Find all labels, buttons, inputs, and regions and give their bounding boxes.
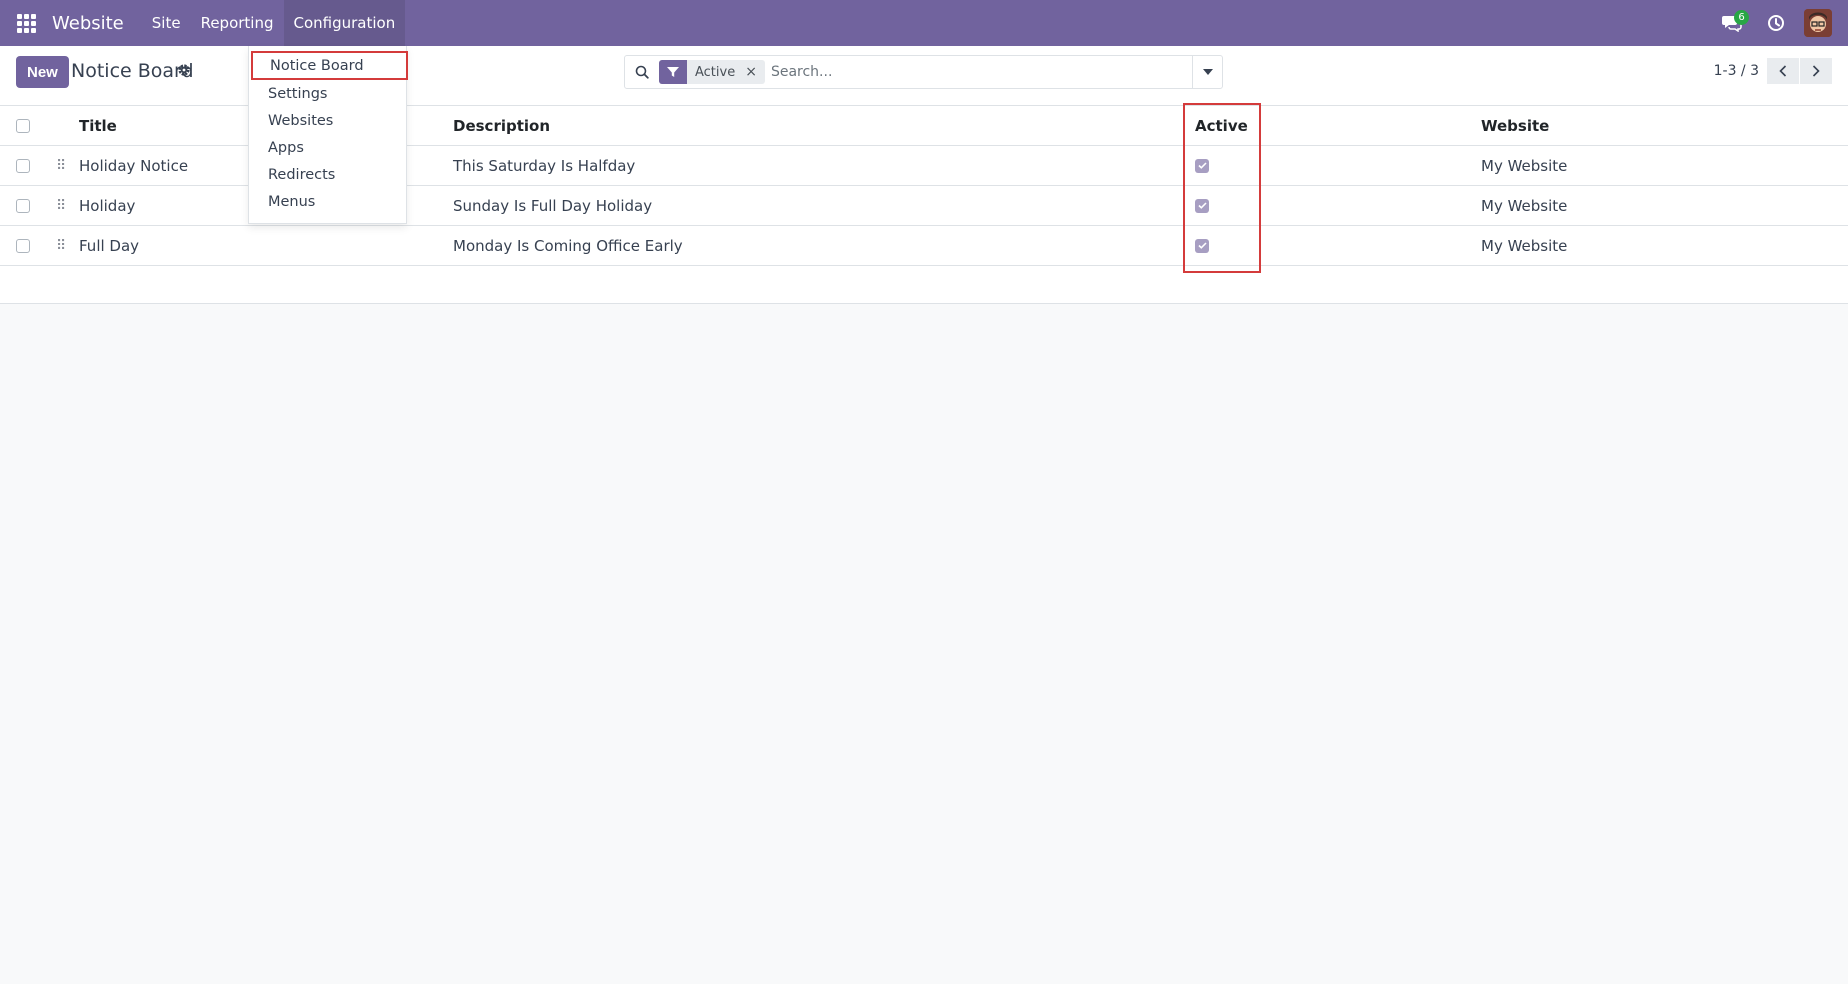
menu-reporting[interactable]: Reporting xyxy=(191,0,284,46)
list-empty-row xyxy=(0,266,1848,304)
row-checkbox[interactable] xyxy=(16,198,30,213)
apps-menu-button[interactable] xyxy=(0,0,52,46)
configuration-dropdown: Notice Board Settings Websites Apps Redi… xyxy=(248,46,408,224)
active-checkbox[interactable] xyxy=(1195,238,1209,253)
menu-configuration[interactable]: Configuration xyxy=(283,0,406,46)
drag-handle-icon[interactable]: ⠿ xyxy=(56,226,66,265)
new-button[interactable]: New xyxy=(16,56,69,88)
pager: 1-3 / 3 xyxy=(1714,58,1832,84)
filter-facet: Active × xyxy=(659,60,765,84)
avatar-face-icon xyxy=(1804,9,1832,37)
checkmark-icon xyxy=(1197,162,1207,169)
column-header-website[interactable]: Website xyxy=(1481,106,1549,145)
facet-remove-button[interactable]: × xyxy=(741,64,765,80)
column-header-active[interactable]: Active xyxy=(1195,106,1248,145)
clock-icon xyxy=(1768,15,1784,31)
menu-site[interactable]: Site xyxy=(142,0,191,46)
drag-handle-icon[interactable]: ⠿ xyxy=(56,186,66,225)
facet-value: Active xyxy=(695,64,736,80)
row-website: My Website xyxy=(1481,156,1568,175)
search-options-toggle[interactable] xyxy=(1192,56,1222,88)
select-all-checkbox[interactable] xyxy=(16,118,30,133)
row-website: My Website xyxy=(1481,196,1568,215)
checkmark-icon xyxy=(1197,202,1207,209)
row-title: Full Day xyxy=(79,236,140,255)
search-input[interactable] xyxy=(770,57,1192,87)
messages-button[interactable]: 6 xyxy=(1710,0,1754,46)
row-title: Holiday Notice xyxy=(79,156,189,175)
messages-count-badge: 6 xyxy=(1734,10,1749,25)
dropdown-item-settings[interactable]: Settings xyxy=(249,80,406,107)
filter-icon xyxy=(659,60,687,84)
row-description: Sunday Is Full Day Holiday xyxy=(453,196,653,215)
gear-icon[interactable] xyxy=(177,63,191,81)
chevron-left-icon xyxy=(1779,65,1787,77)
dropdown-item-websites[interactable]: Websites xyxy=(249,107,406,134)
apps-grid-icon xyxy=(16,13,36,33)
dropdown-item-menus[interactable]: Menus xyxy=(249,188,406,215)
dropdown-item-redirects[interactable]: Redirects xyxy=(249,161,406,188)
row-website: My Website xyxy=(1481,236,1568,255)
pager-next-button[interactable] xyxy=(1800,58,1832,84)
activities-button[interactable] xyxy=(1754,0,1798,46)
dropdown-item-apps[interactable]: Apps xyxy=(249,134,406,161)
top-navbar: Website Site Reporting Configuration 6 xyxy=(0,0,1848,46)
app-brand[interactable]: Website xyxy=(52,13,124,34)
caret-down-icon xyxy=(1202,69,1213,75)
active-checkbox[interactable] xyxy=(1195,158,1209,173)
search-icon[interactable] xyxy=(625,56,659,88)
page-title: Notice Board xyxy=(71,60,194,82)
select-all-checkbox-cell[interactable] xyxy=(16,106,30,145)
drag-handle-icon[interactable]: ⠿ xyxy=(56,146,66,185)
row-checkbox[interactable] xyxy=(16,238,30,253)
pager-previous-button[interactable] xyxy=(1767,58,1799,84)
table-row[interactable]: ⠿ Full Day Monday Is Coming Office Early… xyxy=(0,226,1848,266)
active-checkbox[interactable] xyxy=(1195,198,1209,213)
column-header-description[interactable]: Description xyxy=(453,106,550,145)
column-header-title[interactable]: Title xyxy=(79,106,117,145)
pager-value[interactable]: 1-3 / 3 xyxy=(1714,63,1759,79)
search-bar[interactable]: Active × xyxy=(624,55,1223,89)
checkmark-icon xyxy=(1197,242,1207,249)
dropdown-item-notice-board[interactable]: Notice Board xyxy=(251,51,408,80)
row-description: This Saturday Is Halfday xyxy=(453,156,636,175)
row-title: Holiday xyxy=(79,196,136,215)
row-description: Monday Is Coming Office Early xyxy=(453,236,683,255)
chevron-right-icon xyxy=(1812,65,1820,77)
user-avatar[interactable] xyxy=(1804,9,1832,37)
row-checkbox[interactable] xyxy=(16,158,30,173)
